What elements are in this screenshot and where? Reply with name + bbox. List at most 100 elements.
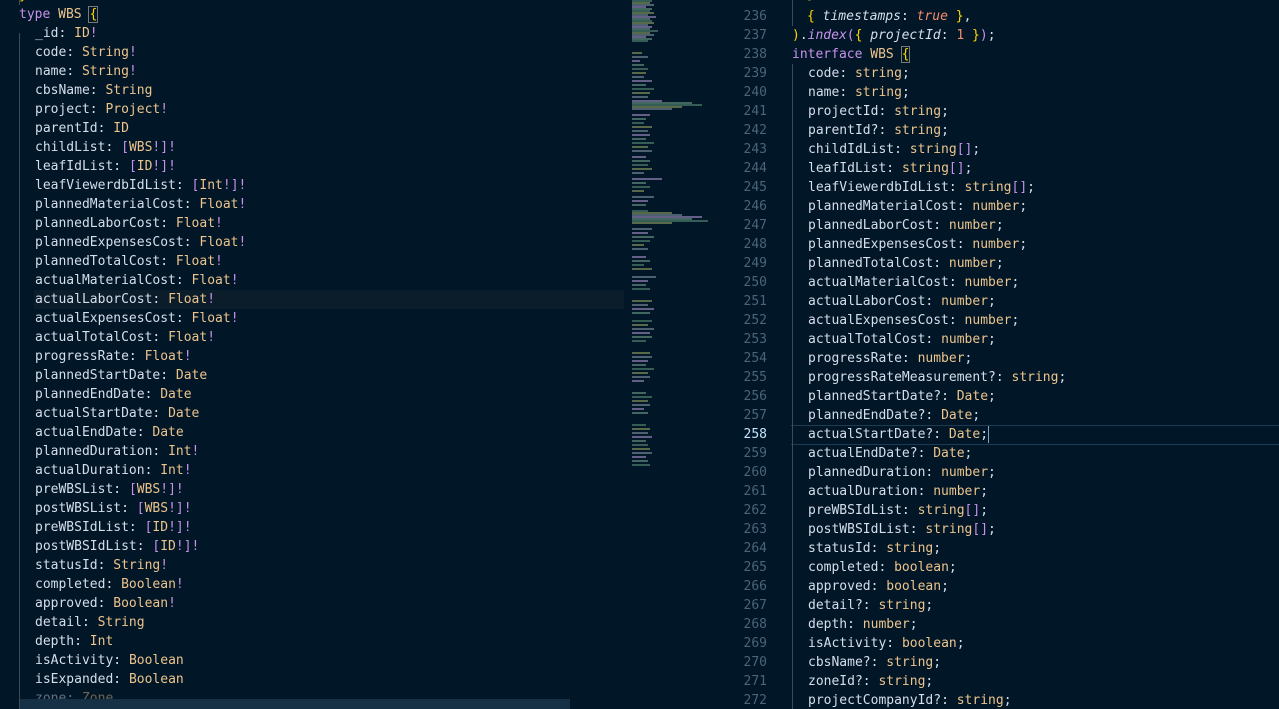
line-number[interactable]: 240 [711,83,767,102]
line-number[interactable]: 251 [711,292,767,311]
ts-field-line[interactable]: plannedLaborCost: number; [808,216,1004,235]
left-editor-pane[interactable]: }type WBS {_id: ID!code: String!name: St… [0,0,627,709]
ts-field-line[interactable]: detail?: string; [808,596,933,615]
graphql-field-line[interactable]: approved: Boolean! [35,594,176,613]
line-number[interactable]: 263 [711,520,767,539]
graphql-field-line[interactable]: project: Project! [35,100,168,119]
graphql-field-line[interactable]: plannedTotalCost: Float! [35,252,223,271]
horizontal-scrollbar[interactable] [20,699,570,709]
line-number[interactable]: 270 [711,653,767,672]
line-number[interactable]: 258 [711,425,767,444]
graphql-field-line[interactable]: postWBSIdList: [ID!]! [35,537,199,556]
line-number[interactable]: 239 [711,64,767,83]
line-number[interactable]: 265 [711,558,767,577]
ts-field-line[interactable]: zoneId?: string; [808,672,933,691]
graphql-field-line[interactable]: actualMaterialCost: Float! [35,271,239,290]
graphql-field-line[interactable]: plannedExpensesCost: Float! [35,233,246,252]
right-editor-pane[interactable]: }, 236 { timestamps: true }, 237 ).index({ p… [711,0,1279,709]
line-number[interactable]: 259 [711,444,767,463]
graphql-field-line[interactable]: leafViewerdbIdList: [Int!]! [35,176,246,195]
ts-field-line[interactable]: statusId: string; [808,539,941,558]
line-number[interactable]: 244 [711,159,767,178]
line-number[interactable]: 260 [711,463,767,482]
graphql-field-line[interactable]: preWBSList: [WBS!]! [35,480,184,499]
line-number[interactable]: 250 [711,273,767,292]
ts-field-line[interactable]: depth: number; [808,615,918,634]
line-number[interactable]: 256 [711,387,767,406]
ts-field-line[interactable]: plannedDuration: number; [808,463,996,482]
graphql-field-line[interactable]: isExpanded: Boolean [35,670,184,689]
line-number[interactable]: 245 [711,178,767,197]
line-number[interactable]: 241 [711,102,767,121]
code-line[interactable]: { timestamps: true }, [807,7,971,26]
code-line[interactable]: }, [807,0,823,4]
ts-field-line[interactable]: actualTotalCost: number; [808,330,996,349]
line-number[interactable]: 248 [711,235,767,254]
graphql-field-line[interactable]: parentId: ID [35,119,129,138]
graphql-field-line[interactable]: actualExpensesCost: Float! [35,309,239,328]
line-number[interactable]: 252 [711,311,767,330]
graphql-field-line[interactable]: name: String! [35,62,137,81]
graphql-field-line[interactable]: childList: [WBS!]! [35,138,176,157]
line-number[interactable]: 243 [711,140,767,159]
ts-field-line[interactable]: actualDuration: number; [808,482,988,501]
ts-field-line[interactable]: plannedEndDate?: Date; [808,406,980,425]
line-number[interactable]: 257 [711,406,767,425]
code-line[interactable]: type WBS { [19,5,99,24]
ts-field-line[interactable]: postWBSIdList: string[]; [808,520,996,539]
ts-field-line[interactable]: projectCompanyId?: string; [808,691,1012,709]
ts-field-line[interactable]: plannedExpensesCost: number; [808,235,1027,254]
line-number[interactable]: 272 [711,691,767,709]
graphql-field-line[interactable]: code: String! [35,43,137,62]
graphql-field-line[interactable]: actualLaborCost: Float! [35,290,215,309]
ts-field-line[interactable]: plannedStartDate?: Date; [808,387,996,406]
ts-field-line[interactable]: progressRateMeasurement?: string; [808,368,1066,387]
ts-field-line[interactable]: parentId?: string; [808,121,949,140]
graphql-field-line[interactable]: preWBSIdList: [ID!]! [35,518,192,537]
ts-field-line[interactable]: actualExpensesCost: number; [808,311,1019,330]
ts-field-line[interactable]: leafViewerdbIdList: string[]; [808,178,1035,197]
graphql-field-line[interactable]: progressRate: Float! [35,347,192,366]
ts-field-line[interactable]: approved: boolean; [808,577,949,596]
ts-field-line[interactable]: actualEndDate?: Date; [808,444,972,463]
ts-field-line[interactable]: actualMaterialCost: number; [808,273,1019,292]
ts-field-line[interactable]: preWBSIdList: string[]; [808,501,988,520]
line-number[interactable]: 249 [711,254,767,273]
line-number[interactable]: 255 [711,368,767,387]
line-number[interactable]: 253 [711,330,767,349]
ts-field-line[interactable]: plannedMaterialCost: number; [808,197,1027,216]
line-number[interactable]: 246 [711,197,767,216]
graphql-field-line[interactable]: actualDuration: Int! [35,461,192,480]
ts-field-line[interactable]: code: string; [808,64,910,83]
code-line[interactable]: ).index({ projectId: 1 }); [792,26,996,45]
graphql-field-line[interactable]: isActivity: Boolean [35,651,184,670]
graphql-field-line[interactable]: _id: ID! [35,24,98,43]
line-number[interactable]: 262 [711,501,767,520]
code-line[interactable]: interface WBS { [792,45,911,64]
graphql-field-line[interactable]: plannedLaborCost: Float! [35,214,223,233]
graphql-field-line[interactable]: postWBSList: [WBS!]! [35,499,192,518]
graphql-field-line[interactable]: plannedEndDate: Date [35,385,192,404]
line-number[interactable]: 261 [711,482,767,501]
line-number[interactable]: 266 [711,577,767,596]
line-number[interactable]: 268 [711,615,767,634]
graphql-field-line[interactable]: leafIdList: [ID!]! [35,157,176,176]
line-number[interactable]: 267 [711,596,767,615]
line-number[interactable]: 247 [711,216,767,235]
ts-field-line[interactable]: progressRate: number; [808,349,972,368]
line-number[interactable]: 237 [711,26,767,45]
graphql-field-line[interactable]: actualStartDate: Date [35,404,199,423]
graphql-field-line[interactable]: actualTotalCost: Float! [35,328,215,347]
graphql-field-line[interactable]: depth: Int [35,632,113,651]
ts-field-line[interactable]: childIdList: string[]; [808,140,980,159]
ts-field-line[interactable]: name: string; [808,83,910,102]
graphql-field-line[interactable]: statusId: String! [35,556,168,575]
line-number[interactable]: 238 [711,45,767,64]
line-number[interactable]: 236 [711,7,767,26]
line-number[interactable]: 264 [711,539,767,558]
graphql-field-line[interactable]: plannedStartDate: Date [35,366,207,385]
ts-field-line[interactable]: isActivity: boolean; [808,634,965,653]
graphql-field-line[interactable]: detail: String [35,613,145,632]
ts-field-line[interactable]: actualLaborCost: number; [808,292,996,311]
line-number[interactable]: 254 [711,349,767,368]
